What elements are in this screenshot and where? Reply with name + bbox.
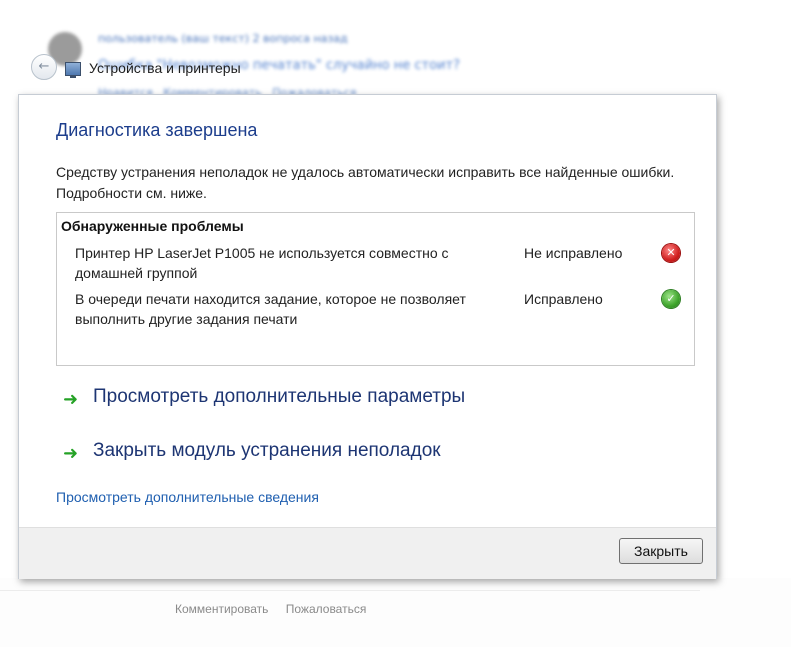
check-icon: ✓	[662, 290, 680, 308]
divider	[0, 590, 700, 591]
background-footer	[0, 578, 791, 647]
list-item: Принтер HP LaserJet P1005 не используетс…	[57, 243, 694, 287]
page-title: Диагностика завершена	[56, 120, 258, 140]
background-username: пользователь (ваш текст) 2 вопроса назад	[98, 32, 348, 45]
view-more-options-label[interactable]: Просмотреть дополнительные параметры	[93, 386, 465, 408]
summary-text: Средству устранения неполадок не удалось…	[56, 164, 675, 201]
more-info-link[interactable]: Просмотреть дополнительные сведения	[56, 489, 319, 505]
background-bottom-actions: Комментировать Пожаловаться	[175, 602, 380, 616]
problem-status: Не исправлено	[524, 245, 623, 261]
problems-header: Обнаруженные проблемы	[61, 218, 244, 234]
window-title: Устройства и принтеры	[89, 60, 241, 76]
troubleshooter-dialog: Диагностика завершена Средству устранени…	[18, 94, 717, 579]
close-button[interactable]: Закрыть	[619, 538, 703, 564]
devices-and-printers-icon	[65, 62, 81, 78]
problem-status: Исправлено	[524, 291, 603, 307]
report-link[interactable]: Пожаловаться	[286, 602, 367, 616]
error-icon: ✕	[662, 244, 680, 262]
problems-list: Обнаруженные проблемы Принтер HP LaserJe…	[56, 212, 695, 366]
window-title-bar: ← Устройства и принтеры	[30, 48, 720, 94]
close-troubleshooter-label[interactable]: Закрыть модуль устранения неполадок	[93, 440, 441, 462]
green-arrow-icon: ➜	[63, 389, 79, 410]
problem-description: В очереди печати находится задание, кото…	[75, 291, 466, 327]
list-item: В очереди печати находится задание, кото…	[57, 289, 694, 333]
back-arrow-icon[interactable]: ←	[31, 54, 57, 80]
comment-link[interactable]: Комментировать	[175, 602, 268, 616]
green-arrow-icon: ➜	[63, 443, 79, 464]
problem-description: Принтер HP LaserJet P1005 не используетс…	[75, 245, 449, 281]
dialog-footer: Закрыть	[19, 527, 716, 579]
